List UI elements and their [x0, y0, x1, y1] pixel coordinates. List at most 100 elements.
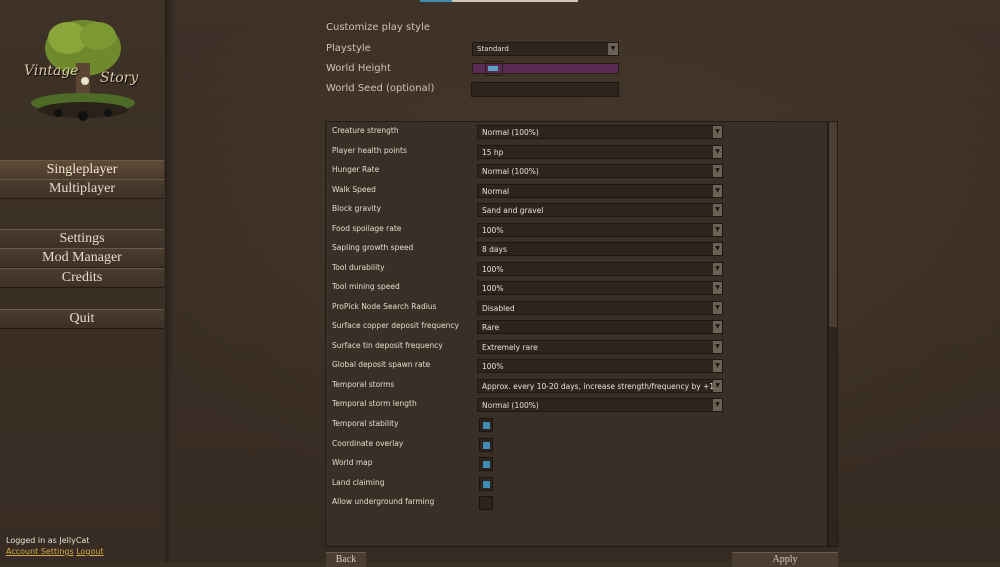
chevron-down-icon: ▼ — [713, 321, 722, 333]
chevron-down-icon: ▼ — [713, 165, 722, 177]
setting-label: Temporal storm length — [332, 399, 417, 408]
menu-multiplayer[interactable]: Multiplayer — [0, 179, 164, 199]
checkmark-icon — [483, 481, 490, 488]
chevron-down-icon: ▼ — [713, 360, 722, 372]
setting-label: Sapling growth speed — [332, 243, 414, 252]
setting-label: ProPick Node Search Radius — [332, 302, 437, 311]
menu-quit[interactable]: Quit — [0, 309, 164, 329]
setting-label: Hunger Rate — [332, 165, 380, 174]
top-tab-indicator-active — [420, 0, 452, 2]
setting-value: 8 days — [482, 245, 507, 254]
setting-label: Surface copper deposit frequency — [332, 321, 459, 330]
setting-dropdown[interactable]: Normal (100%) ▼ — [477, 164, 723, 178]
checkbox-label: Temporal stability — [332, 419, 399, 428]
setting-value: 100% — [482, 284, 504, 293]
chevron-down-icon: ▼ — [713, 243, 722, 255]
chevron-down-icon: ▼ — [713, 282, 722, 294]
checkbox-label: World map — [332, 458, 373, 467]
setting-value: Normal — [482, 187, 510, 196]
setting-checkbox[interactable] — [479, 418, 493, 432]
setting-value: Approx. every 10-20 days, increase stren… — [482, 382, 714, 391]
game-logo: Vintage Story — [18, 8, 148, 133]
setting-dropdown[interactable]: Normal (100%) ▼ — [477, 125, 723, 139]
checkmark-icon — [483, 422, 490, 429]
setting-dropdown[interactable]: 100% ▼ — [477, 262, 723, 276]
chevron-down-icon: ▼ — [713, 399, 722, 411]
world-seed-label: World Seed (optional) — [326, 83, 435, 94]
setting-label: Surface tin deposit frequency — [332, 341, 443, 350]
chevron-down-icon: ▼ — [608, 43, 618, 55]
chevron-down-icon: ▼ — [713, 224, 722, 236]
playstyle-dropdown[interactable]: Standard ▼ — [472, 42, 619, 56]
checkmark-icon — [483, 461, 490, 468]
setting-label: Block gravity — [332, 204, 382, 213]
setting-dropdown[interactable]: Normal ▼ — [477, 184, 723, 198]
setting-value: Disabled — [482, 304, 515, 313]
logo-word-story: Story — [100, 70, 139, 86]
back-button[interactable]: Back — [326, 552, 366, 567]
account-links: Account Settings Logout — [6, 547, 104, 556]
setting-dropdown[interactable]: 100% ▼ — [477, 359, 723, 373]
menu-mod-manager[interactable]: Mod Manager — [0, 248, 164, 268]
logo-word-vintage: Vintage — [24, 63, 79, 79]
setting-value: 100% — [482, 226, 504, 235]
chevron-down-icon: ▼ — [713, 380, 722, 392]
setting-value: Sand and gravel — [482, 206, 544, 215]
setting-label: Global deposit spawn rate — [332, 360, 431, 369]
setting-checkbox[interactable] — [479, 438, 493, 452]
checkbox-label: Coordinate overlay — [332, 439, 404, 448]
top-tab-indicator — [452, 0, 578, 2]
setting-value: Normal (100%) — [482, 401, 539, 410]
setting-value: 100% — [482, 265, 504, 274]
playstyle-value: Standard — [477, 45, 509, 53]
setting-label: Tool mining speed — [332, 282, 400, 291]
setting-label: Tool durability — [332, 263, 385, 272]
logged-in-text: Logged in as JellyCat — [6, 536, 90, 545]
setting-value: Normal (100%) — [482, 128, 539, 137]
setting-value: Extremely rare — [482, 343, 538, 352]
setting-dropdown[interactable]: Approx. every 10-20 days, increase stren… — [477, 379, 723, 393]
setting-label: Player health points — [332, 146, 407, 155]
playstyle-label: Playstyle — [326, 43, 371, 54]
setting-label: Walk Speed — [332, 185, 376, 194]
setting-dropdown[interactable]: Disabled ▼ — [477, 301, 723, 315]
menu-credits[interactable]: Credits — [0, 268, 164, 288]
apply-button[interactable]: Apply — [732, 552, 838, 567]
world-height-slider-handle[interactable] — [485, 61, 503, 76]
checkbox-label: Land claiming — [332, 478, 385, 487]
chevron-down-icon: ▼ — [713, 204, 722, 216]
setting-value: Normal (100%) — [482, 167, 539, 176]
setting-checkbox[interactable] — [479, 496, 493, 510]
setting-label: Food spoilage rate — [332, 224, 402, 233]
setting-dropdown[interactable]: 8 days ▼ — [477, 242, 723, 256]
setting-dropdown[interactable]: Rare ▼ — [477, 320, 723, 334]
setting-dropdown[interactable]: 100% ▼ — [477, 281, 723, 295]
menu-settings[interactable]: Settings — [0, 229, 164, 249]
setting-label: Temporal storms — [332, 380, 395, 389]
logout-link[interactable]: Logout — [76, 547, 103, 556]
chevron-down-icon: ▼ — [713, 341, 722, 353]
setting-dropdown[interactable]: 15 hp ▼ — [477, 145, 723, 159]
setting-label: Creature strength — [332, 126, 399, 135]
chevron-down-icon: ▼ — [713, 185, 722, 197]
sidebar-edge — [166, 0, 174, 562]
setting-dropdown[interactable]: Normal (100%) ▼ — [477, 398, 723, 412]
chevron-down-icon: ▼ — [713, 263, 722, 275]
scrollbar-thumb[interactable] — [829, 122, 837, 327]
chevron-down-icon: ▼ — [713, 302, 722, 314]
chevron-down-icon: ▼ — [713, 126, 722, 138]
section-title: Customize play style — [326, 22, 430, 33]
setting-dropdown[interactable]: 100% ▼ — [477, 223, 723, 237]
setting-value: 15 hp — [482, 148, 504, 157]
world-seed-input[interactable] — [471, 82, 619, 97]
world-height-label: World Height — [326, 63, 391, 74]
setting-dropdown[interactable]: Extremely rare ▼ — [477, 340, 723, 354]
setting-dropdown[interactable]: Sand and gravel ▼ — [477, 203, 723, 217]
menu-singleplayer[interactable]: Singleplayer — [0, 160, 164, 180]
checkmark-icon — [483, 442, 490, 449]
checkbox-label: Allow underground farming — [332, 497, 435, 506]
setting-checkbox[interactable] — [479, 457, 493, 471]
account-settings-link[interactable]: Account Settings — [6, 547, 74, 556]
setting-value: Rare — [482, 323, 500, 332]
setting-checkbox[interactable] — [479, 477, 493, 491]
